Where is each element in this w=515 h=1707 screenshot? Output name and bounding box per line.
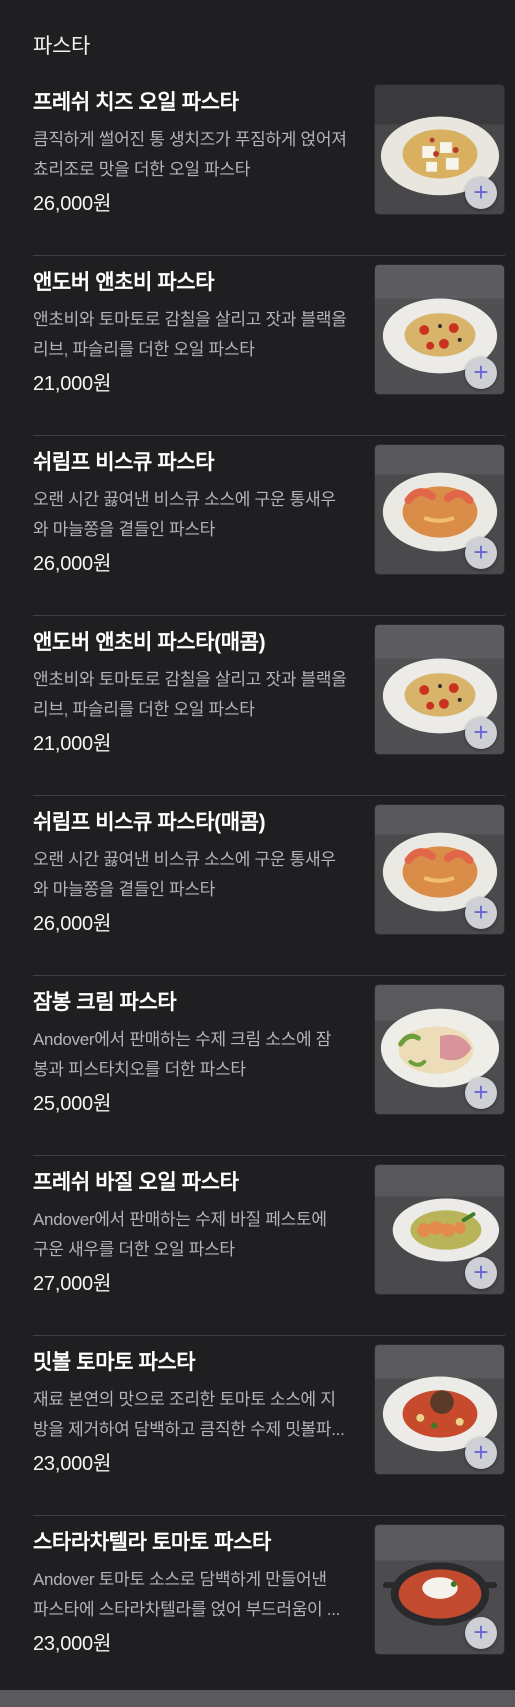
item-description-line: Andover에서 판매하는 수제 바질 페스토에: [33, 1210, 327, 1229]
item-price: 23,000원: [33, 1633, 112, 1655]
item-name: 쉬림프 비스큐 파스타: [33, 451, 215, 474]
item-name: 쉬림프 비스큐 파스타(매콤): [33, 811, 266, 834]
menu-item[interactable]: 밋볼 토마토 파스타 재료 본연의 맛으로 조리한 토마토 소스에 지 방을 제…: [33, 1336, 505, 1516]
section-title: 파스타: [33, 35, 91, 58]
item-description-line: 와 마늘쫑을 곁들인 파스타: [33, 880, 216, 899]
item-description: 오랜 시간 끓여낸 비스큐 소스에 구운 통새우 와 마늘쫑을 곁들인 파스타: [33, 845, 368, 905]
item-description: Andover에서 판매하는 수제 바질 페스토에 구운 새우를 더한 오일 파…: [33, 1205, 368, 1265]
item-description-line: 재료 본연의 맛으로 조리한 토마토 소스에 지: [33, 1390, 336, 1409]
add-button[interactable]: +: [465, 1617, 497, 1649]
item-description-line: 파스타에 스타라차텔라를 얹어 부드러움이 ...: [33, 1600, 341, 1619]
add-button[interactable]: +: [465, 537, 497, 569]
item-name: 잠봉 크림 파스타: [33, 991, 177, 1014]
item-price: 26,000원: [33, 553, 112, 575]
bottom-scroll-edge: [0, 1690, 515, 1707]
item-price: 25,000원: [33, 1093, 112, 1115]
add-button[interactable]: +: [465, 897, 497, 929]
item-name: 스타라차텔라 토마토 파스타: [33, 1531, 271, 1554]
item-description: 오랜 시간 끓여낸 비스큐 소스에 구운 통새우 와 마늘쫑을 곁들인 파스타: [33, 485, 368, 545]
item-description-line: 와 마늘쫑을 곁들인 파스타: [33, 520, 216, 539]
item-description: Andover 토마토 소스로 담백하게 만들어낸 파스타에 스타라차텔라를 얹…: [33, 1565, 368, 1625]
menu-item[interactable]: 프레쉬 치즈 오일 파스타 큼직하게 썰어진 통 생치즈가 푸짐하게 얹어져 쵸…: [33, 76, 505, 256]
item-price: 27,000원: [33, 1273, 112, 1295]
item-description-line: 구운 새우를 더한 오일 파스타: [33, 1240, 235, 1259]
menu-item[interactable]: 쉬림프 비스큐 파스타 오랜 시간 끓여낸 비스큐 소스에 구운 통새우 와 마…: [33, 436, 505, 616]
item-name: 앤도버 앤초비 파스타(매콤): [33, 631, 266, 654]
item-price: 23,000원: [33, 1453, 112, 1475]
item-name: 프레쉬 바질 오일 파스타: [33, 1171, 239, 1194]
item-description-line: Andover에서 판매하는 수제 크림 소스에 잠: [33, 1030, 332, 1049]
add-button[interactable]: +: [465, 1257, 497, 1289]
menu-item[interactable]: 잠봉 크림 파스타 Andover에서 판매하는 수제 크림 소스에 잠 봉과 …: [33, 976, 505, 1156]
item-name: 밋볼 토마토 파스타: [33, 1351, 196, 1374]
item-description: 앤초비와 토마토로 감칠을 살리고 잣과 블랙올 리브, 파슬리를 더한 오일 …: [33, 665, 368, 725]
item-description: 재료 본연의 맛으로 조리한 토마토 소스에 지 방을 제거하여 담백하고 큼직…: [33, 1385, 368, 1445]
item-description-line: 봉과 피스타치오를 더한 파스타: [33, 1060, 246, 1079]
add-button[interactable]: +: [465, 357, 497, 389]
item-description-line: Andover 토마토 소스로 담백하게 만들어낸: [33, 1570, 327, 1589]
item-description-line: 리브, 파슬리를 더한 오일 파스타: [33, 340, 255, 359]
item-description-line: 방을 제거하여 담백하고 큼직한 수제 밋볼파...: [33, 1420, 345, 1439]
item-description-line: 큼직하게 썰어진 통 생치즈가 푸짐하게 얹어져: [33, 130, 347, 149]
item-price: 26,000원: [33, 193, 112, 215]
menu-item[interactable]: 프레쉬 바질 오일 파스타 Andover에서 판매하는 수제 바질 페스토에 …: [33, 1156, 505, 1336]
menu-item[interactable]: 스타라차텔라 토마토 파스타 Andover 토마토 소스로 담백하게 만들어낸…: [33, 1516, 505, 1696]
item-name: 프레쉬 치즈 오일 파스타: [33, 91, 239, 114]
menu-item[interactable]: 앤도버 앤초비 파스타 앤초비와 토마토로 감칠을 살리고 잣과 블랙올 리브,…: [33, 256, 505, 436]
item-description-line: 리브, 파슬리를 더한 오일 파스타: [33, 700, 255, 719]
add-button[interactable]: +: [465, 1077, 497, 1109]
add-button[interactable]: +: [465, 177, 497, 209]
item-description-line: 오랜 시간 끓여낸 비스큐 소스에 구운 통새우: [33, 850, 336, 869]
item-name: 앤도버 앤초비 파스타: [33, 271, 215, 294]
item-description-line: 쵸리조로 맛을 더한 오일 파스타: [33, 160, 251, 179]
add-button[interactable]: +: [465, 717, 497, 749]
item-price: 21,000원: [33, 373, 112, 395]
item-price: 26,000원: [33, 913, 112, 935]
add-button[interactable]: +: [465, 1437, 497, 1469]
item-description: Andover에서 판매하는 수제 크림 소스에 잠 봉과 피스타치오를 더한 …: [33, 1025, 368, 1085]
item-description: 앤초비와 토마토로 감칠을 살리고 잣과 블랙올 리브, 파슬리를 더한 오일 …: [33, 305, 368, 365]
item-description-line: 앤초비와 토마토로 감칠을 살리고 잣과 블랙올: [33, 310, 347, 329]
menu-item[interactable]: 앤도버 앤초비 파스타(매콤) 앤초비와 토마토로 감칠을 살리고 잣과 블랙올…: [33, 616, 505, 796]
menu-list: 프레쉬 치즈 오일 파스타 큼직하게 썰어진 통 생치즈가 푸짐하게 얹어져 쵸…: [0, 76, 515, 1696]
item-description-line: 오랜 시간 끓여낸 비스큐 소스에 구운 통새우: [33, 490, 336, 509]
item-description: 큼직하게 썰어진 통 생치즈가 푸짐하게 얹어져 쵸리조로 맛을 더한 오일 파…: [33, 125, 368, 185]
menu-item[interactable]: 쉬림프 비스큐 파스타(매콤) 오랜 시간 끓여낸 비스큐 소스에 구운 통새우…: [33, 796, 505, 976]
item-description-line: 앤초비와 토마토로 감칠을 살리고 잣과 블랙올: [33, 670, 347, 689]
item-price: 21,000원: [33, 733, 112, 755]
